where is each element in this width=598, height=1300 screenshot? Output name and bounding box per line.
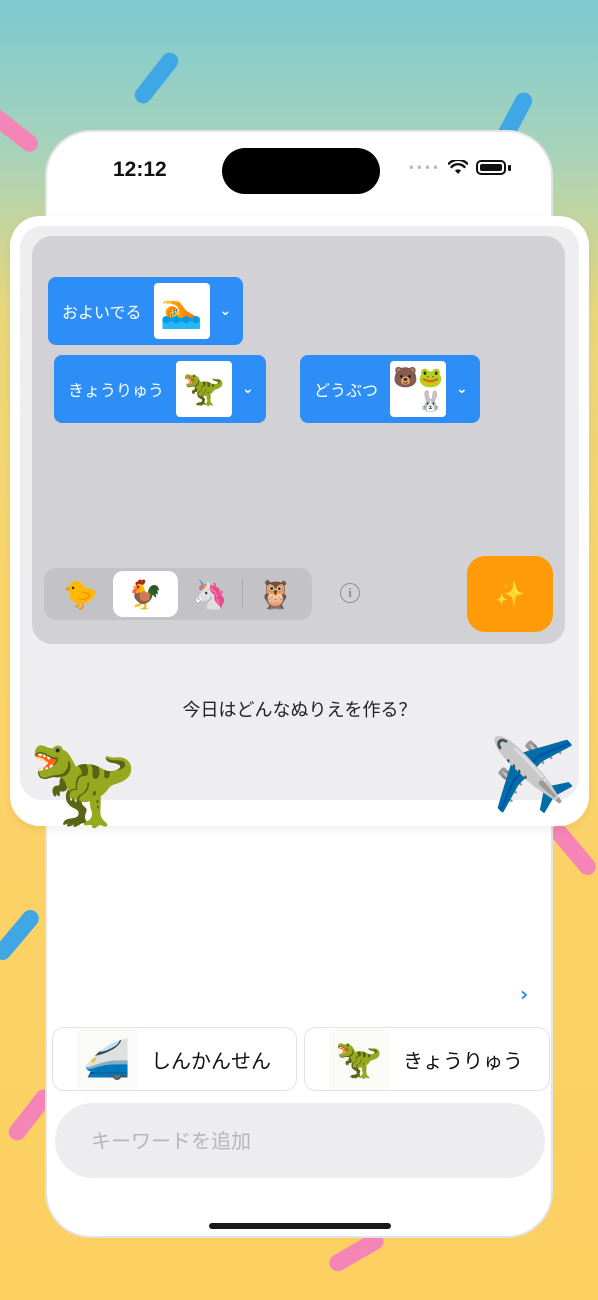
suggestion-label: きょうりゅう xyxy=(403,1048,523,1073)
info-icon[interactable]: i xyxy=(340,583,360,603)
animal-option-chick[interactable]: 🐤 xyxy=(48,571,113,617)
chevron-down-icon[interactable]: ⌄ xyxy=(456,381,468,397)
keyword-input[interactable] xyxy=(55,1103,545,1178)
bear-icon: 🐻 xyxy=(393,365,419,389)
dinosaur-icon: 🦖 xyxy=(329,1029,389,1089)
battery-icon xyxy=(476,160,506,175)
bullet-train-icon: 🚄 xyxy=(77,1029,137,1089)
chip-label: およいでる xyxy=(62,303,142,322)
frog-icon: 🐸 xyxy=(418,365,443,389)
status-time: 12:12 xyxy=(113,158,167,181)
chevron-down-icon[interactable]: ⌄ xyxy=(242,381,254,397)
chevron-down-icon[interactable]: ⌄ xyxy=(220,303,232,319)
dinosaur-decoration-icon: 🦖 xyxy=(28,730,138,833)
animal-selector: 🐤 🐓 🦄 🦉 xyxy=(44,568,312,620)
suggestion-kyouryuu[interactable]: 🦖 きょうりゅう xyxy=(304,1027,550,1091)
status-icons: •••• xyxy=(408,160,511,175)
chip-label: どうぶつ xyxy=(314,381,379,400)
card-inner: およいでる 🏊 ⌄ きょうりゅう 🦖 ⌄ どうぶつ 🐻 🐸 🐱 🐰 ⌄ 🐤 🐓 … xyxy=(20,226,579,800)
magic-generate-button[interactable]: ✨ xyxy=(467,556,553,632)
dinosaur-icon: 🦖 xyxy=(176,361,233,417)
prompt-canvas: およいでる 🏊 ⌄ きょうりゅう 🦖 ⌄ どうぶつ 🐻 🐸 🐱 🐰 ⌄ 🐤 🐓 … xyxy=(32,236,565,644)
cat-icon: 🐱 xyxy=(393,389,414,413)
airplane-decoration-icon: ✈️ xyxy=(490,734,578,816)
animal-option-unicorn[interactable]: 🦄 xyxy=(178,571,243,617)
background-sprinkle xyxy=(0,104,42,156)
rabbit-icon: 🐰 xyxy=(418,389,443,413)
battery-tip xyxy=(508,164,511,171)
wifi-icon xyxy=(448,160,468,174)
more-chevron-icon[interactable]: › xyxy=(520,982,528,1006)
animal-option-rooster[interactable]: 🐓 xyxy=(112,571,178,617)
chip-animals[interactable]: どうぶつ 🐻 🐸 🐱 🐰 ⌄ xyxy=(300,355,480,423)
sparkles-icon: ✨ xyxy=(495,580,525,608)
dynamic-island xyxy=(222,148,380,194)
chip-dinosaur[interactable]: きょうりゅう 🦖 ⌄ xyxy=(54,355,266,423)
chip-swimming[interactable]: およいでる 🏊 ⌄ xyxy=(48,277,244,345)
background-sprinkle xyxy=(0,906,43,964)
swimmer-icon: 🏊 xyxy=(153,283,210,339)
cellular-dots-icon: •••• xyxy=(407,160,440,175)
background-sprinkle xyxy=(547,821,598,879)
animals-icon: 🐻 🐸 🐱 🐰 xyxy=(390,361,447,417)
animal-option-owl[interactable]: 🦉 xyxy=(243,571,308,617)
chip-label: きょうりゅう xyxy=(68,381,165,400)
suggestion-shinkansen[interactable]: 🚄 しんかんせん xyxy=(52,1027,297,1091)
prompt-text: 今日はどんなぬりえを作る？ xyxy=(182,700,417,721)
suggestion-label: しんかんせん xyxy=(151,1048,271,1073)
home-indicator xyxy=(209,1223,391,1229)
background-sprinkle xyxy=(131,49,182,107)
